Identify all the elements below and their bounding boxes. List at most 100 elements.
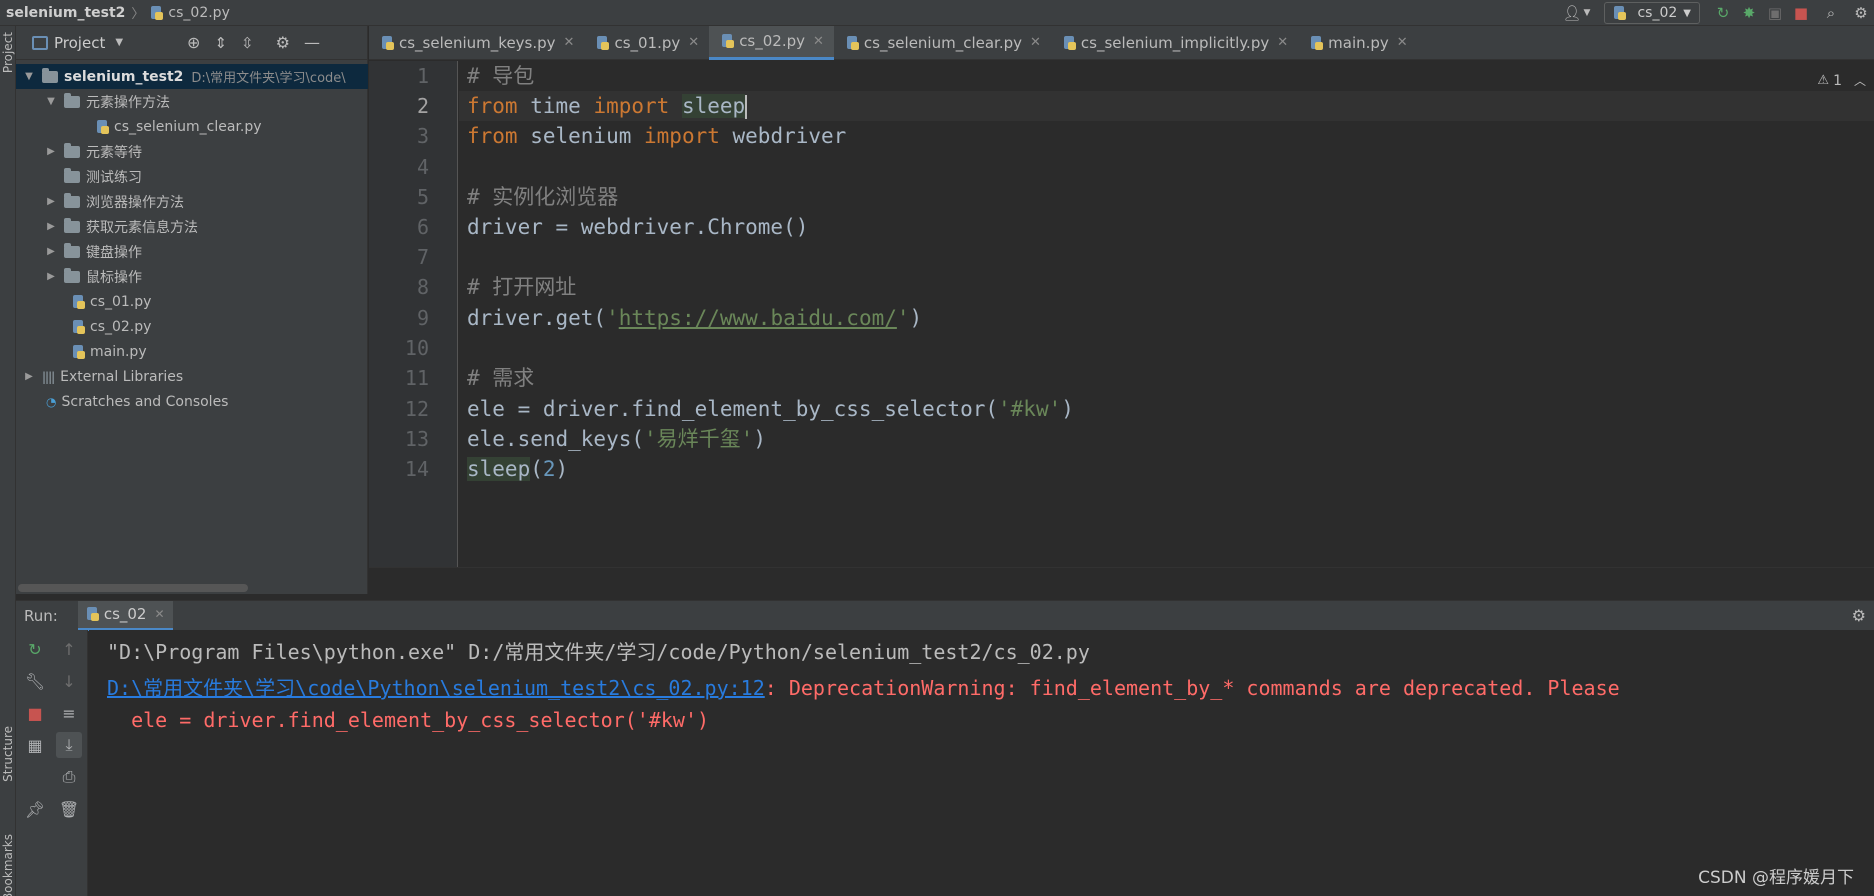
gear-icon[interactable]: ⚙ <box>276 33 290 52</box>
paren: ) <box>753 427 766 451</box>
run-tab-label: cs_02 <box>103 605 147 623</box>
chevron-up-icon[interactable]: ︿ <box>1854 72 1866 89</box>
python-file-icon <box>381 35 395 50</box>
run-config-selector[interactable]: cs_02 ▼ <box>1604 2 1700 24</box>
tree-file[interactable]: cs_01.py <box>16 289 368 314</box>
python-file-icon <box>72 294 86 309</box>
tree-folder[interactable]: ▶ 鼠标操作 <box>16 264 368 289</box>
rerun-icon[interactable]: ↻ <box>1710 0 1736 26</box>
chevron-down-icon: ▼ <box>1683 7 1691 19</box>
tab-cs-02[interactable]: cs_02.py ✕ <box>709 25 834 60</box>
close-icon[interactable]: ✕ <box>813 34 824 49</box>
tree-item-label: 元素等待 <box>86 144 142 161</box>
module-name: selenium <box>517 124 645 148</box>
python-file-icon <box>721 34 735 48</box>
number: 2 <box>542 457 556 481</box>
tree-folder[interactable]: ▶ 获取元素信息方法 <box>16 214 368 239</box>
warning-icon: ⚠ <box>1817 73 1830 88</box>
structure-tool-button[interactable]: Structure <box>1 726 15 782</box>
comment: # 导包 <box>467 64 535 88</box>
collapse-all-icon[interactable]: ⇳ <box>241 34 254 52</box>
print-icon[interactable]: ⎙ <box>56 764 82 790</box>
debug-icon[interactable]: ✸ <box>1736 0 1762 26</box>
settings-icon[interactable]: ⚙ <box>1852 606 1866 625</box>
breadcrumb-file[interactable]: cs_02.py <box>168 5 229 21</box>
url-string[interactable]: https://www.baidu.com/ <box>619 306 897 330</box>
keyword: import <box>593 94 670 118</box>
coverage-icon[interactable]: ▣ <box>1762 0 1788 26</box>
arrow-up-icon[interactable]: ↑ <box>56 636 82 662</box>
chevron-down-icon[interactable]: ▼ <box>115 37 123 48</box>
console-output[interactable]: "D:\Program Files\python.exe" D:/常用文件夹/学… <box>89 630 1874 896</box>
tree-external-libraries[interactable]: ▶ |||| External Libraries <box>16 364 368 389</box>
chevron-right-icon: ▶ <box>47 196 55 207</box>
python-file-icon <box>96 119 110 134</box>
warning-count: 1 <box>1833 72 1842 89</box>
tab-main[interactable]: main.py ✕ <box>1298 26 1418 60</box>
chevron-right-icon: ▶ <box>47 221 55 232</box>
wrench-icon[interactable]: 🔧︎ <box>22 668 48 694</box>
file-link[interactable]: D:\常用文件夹\学习\code\Python\selenium_test2\c… <box>107 676 765 700</box>
line-number: 12 <box>404 397 429 421</box>
close-icon[interactable]: ✕ <box>1030 35 1041 50</box>
rerun-icon[interactable]: ↻ <box>22 636 48 662</box>
close-icon[interactable]: ✕ <box>1397 35 1408 50</box>
soft-wrap-icon[interactable]: ≡ <box>56 700 82 726</box>
editor-horizontal-scroll-area <box>369 567 1874 593</box>
close-icon[interactable]: ✕ <box>564 35 575 50</box>
code-editor[interactable]: # 导包 from time import sleep from seleniu… <box>459 61 1874 567</box>
trash-icon[interactable]: 🗑︎ <box>56 796 82 822</box>
tree-folder[interactable]: ▼ 元素操作方法 <box>16 89 368 114</box>
paren: ) <box>1061 397 1074 421</box>
chevron-right-icon: ▶ <box>47 146 55 157</box>
run-tab-cs-02[interactable]: cs_02 ✕ <box>77 600 173 631</box>
horizontal-scrollbar[interactable] <box>18 584 248 592</box>
tree-item-label: 测试练习 <box>86 169 142 186</box>
tab-label: cs_selenium_implicitly.py <box>1080 33 1270 52</box>
locate-icon[interactable]: ⊕ <box>187 33 200 52</box>
close-icon[interactable]: ✕ <box>154 607 164 621</box>
arrow-down-icon[interactable]: ↓ <box>56 668 82 694</box>
user-icon[interactable]: 👤︎ ▼ <box>1558 0 1594 26</box>
string: '易烊千玺' <box>644 427 754 451</box>
stop-icon[interactable]: ■ <box>1788 0 1814 26</box>
python-file-icon <box>846 35 860 50</box>
breadcrumb-project[interactable]: selenium_test2 <box>6 5 125 21</box>
folder-icon <box>64 242 80 258</box>
layout-icon[interactable]: ▦ <box>22 732 48 758</box>
project-tool-button[interactable]: Project <box>1 32 15 73</box>
tree-scratches[interactable]: ◔ Scratches and Consoles <box>16 389 368 414</box>
expand-all-icon[interactable]: ⇕ <box>214 34 227 52</box>
python-file-icon <box>72 344 86 359</box>
line-number: 1 <box>416 64 429 88</box>
line-number: 8 <box>416 275 429 299</box>
settings-icon[interactable]: ⚙ <box>1848 0 1874 26</box>
tree-item-label: Scratches and Consoles <box>61 393 229 410</box>
tab-cs-selenium-keys[interactable]: cs_selenium_keys.py ✕ <box>369 26 584 60</box>
tree-file[interactable]: main.py <box>16 339 368 364</box>
tree-folder[interactable]: ▶ 浏览器操作方法 <box>16 189 368 214</box>
project-panel-title[interactable]: Project <box>54 34 105 52</box>
tree-file[interactable]: cs_02.py <box>16 314 368 339</box>
close-icon[interactable]: ✕ <box>688 35 699 50</box>
close-icon[interactable]: ✕ <box>1277 35 1288 50</box>
tree-file[interactable]: cs_selenium_clear.py <box>16 114 368 139</box>
bookmarks-tool-button[interactable]: Bookmarks <box>1 834 15 896</box>
line-number: 14 <box>404 457 429 481</box>
folder-icon <box>64 167 80 183</box>
tree-folder[interactable]: 测试练习 <box>16 164 368 189</box>
tree-root[interactable]: ▼ selenium_test2 D:\常用文件夹\学习\code\ <box>16 64 368 89</box>
toolbar-right: 👤︎ ▼ cs_02 ▼ ↻ ✸ ▣ ■ ⌕ ⚙ <box>1558 0 1874 26</box>
tree-folder[interactable]: ▶ 键盘操作 <box>16 239 368 264</box>
minimize-icon[interactable]: — <box>304 33 320 52</box>
inspection-widget[interactable]: ⚠ 1 ︿ <box>1817 72 1866 89</box>
tree-folder[interactable]: ▶ 元素等待 <box>16 139 368 164</box>
search-icon[interactable]: ⌕ <box>1814 0 1848 26</box>
stop-icon[interactable]: ■ <box>22 700 48 726</box>
scroll-to-end-icon[interactable]: ⤓ <box>56 732 82 758</box>
chevron-right-icon: ▶ <box>47 246 55 257</box>
tab-cs-01[interactable]: cs_01.py ✕ <box>584 26 709 60</box>
pin-icon[interactable]: 📌︎ <box>22 796 48 822</box>
tab-cs-selenium-clear[interactable]: cs_selenium_clear.py ✕ <box>834 26 1051 60</box>
tab-cs-selenium-implicitly[interactable]: cs_selenium_implicitly.py ✕ <box>1051 26 1298 60</box>
